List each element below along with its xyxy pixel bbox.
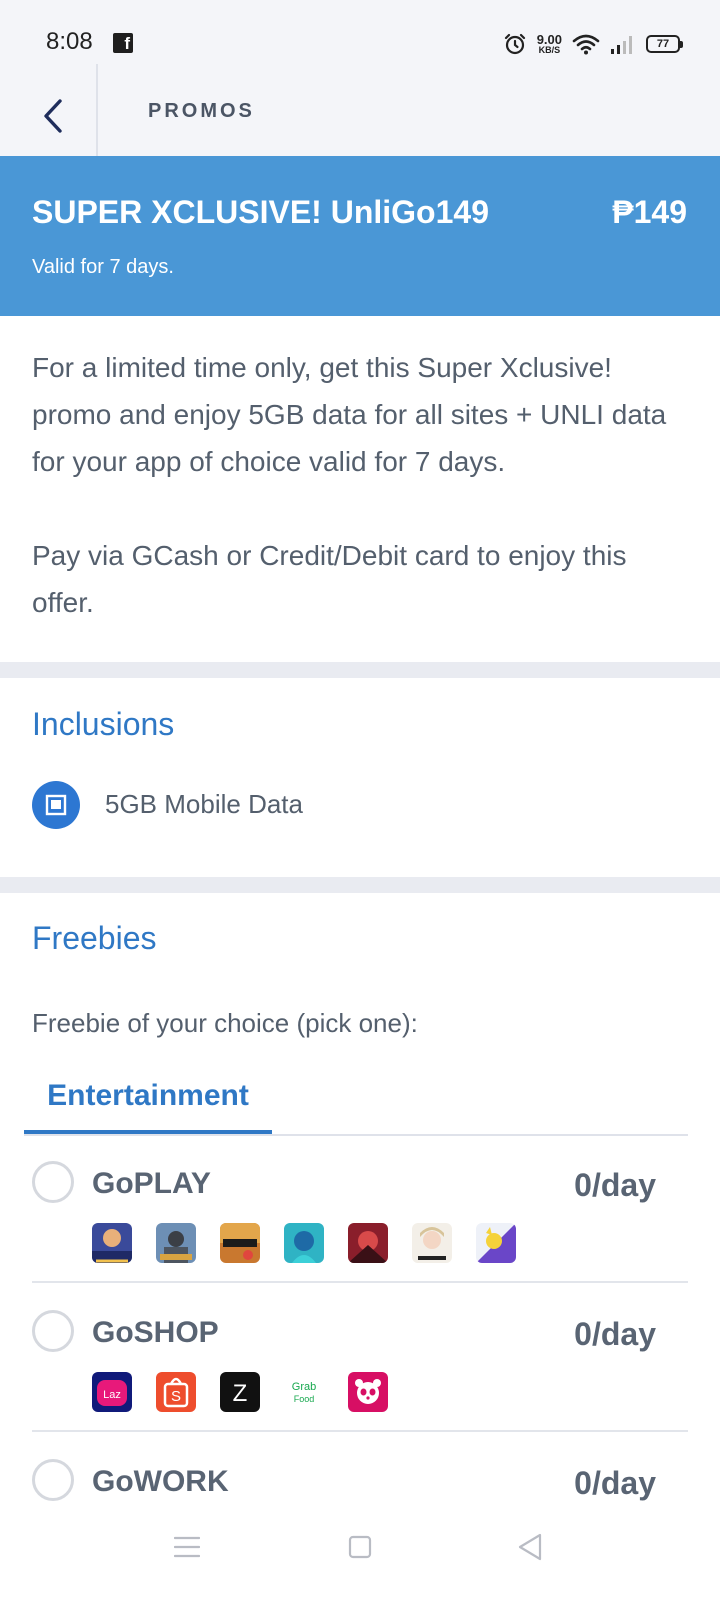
freebies-subtitle: Freebie of your choice (pick one): bbox=[32, 1008, 418, 1038]
tab-entertainment[interactable]: Entertainment bbox=[24, 1058, 272, 1134]
foodpanda-icon bbox=[348, 1372, 388, 1412]
facebook-notification-icon: f bbox=[113, 33, 133, 53]
back-button[interactable] bbox=[28, 86, 78, 146]
option-rate: 0/day bbox=[574, 1167, 656, 1203]
pubg-icon bbox=[156, 1223, 196, 1263]
inclusions-title: Inclusions bbox=[32, 706, 175, 742]
back-arrow-icon bbox=[44, 99, 62, 133]
network-speed-unit: KB/S bbox=[538, 45, 561, 55]
freebies-title: Freebies bbox=[32, 920, 157, 956]
app-icon-list bbox=[92, 1223, 516, 1263]
action-game-icon bbox=[348, 1223, 388, 1263]
status-indicators: 9.00 KB/S 77 bbox=[503, 28, 683, 60]
arena-game-icon bbox=[284, 1223, 324, 1263]
freebie-option-gowork[interactable]: GoWORK 0/day bbox=[32, 1459, 688, 1505]
battery-level: 77 bbox=[656, 38, 670, 50]
inclusion-label: 5GB Mobile Data bbox=[105, 789, 303, 819]
freebie-option-goshop[interactable]: GoSHOP 0/day Laz S Z Grab Food bbox=[32, 1310, 688, 1420]
radio-button[interactable] bbox=[32, 1459, 74, 1501]
menu-button[interactable] bbox=[167, 1527, 207, 1567]
grabfood-icon: Grab Food bbox=[284, 1372, 324, 1412]
description-paragraph: For a limited time only, get this Super … bbox=[32, 352, 667, 477]
battery-icon: 77 bbox=[646, 35, 683, 53]
promo-validity: Valid for 7 days. bbox=[32, 256, 174, 278]
tab-label: Entertainment bbox=[47, 1079, 249, 1112]
option-name: GoPLAY bbox=[92, 1167, 211, 1200]
section-divider bbox=[0, 877, 720, 893]
zalora-text: Z bbox=[233, 1380, 248, 1407]
radio-button[interactable] bbox=[32, 1161, 74, 1203]
grab-text: Grab bbox=[292, 1381, 316, 1393]
option-name: GoWORK bbox=[92, 1465, 229, 1498]
status-bar: 8:08 f 9.00 KB/S 77 bbox=[0, 0, 720, 80]
alarm-icon bbox=[504, 33, 525, 55]
page-title: PROMOS bbox=[148, 100, 255, 122]
pokemon-game-icon bbox=[476, 1223, 516, 1263]
food-text: Food bbox=[294, 1394, 315, 1404]
option-rate: 0/day bbox=[574, 1465, 656, 1501]
home-button[interactable] bbox=[340, 1527, 380, 1567]
anime-game-icon bbox=[412, 1223, 452, 1263]
shopee-text: S bbox=[171, 1388, 181, 1405]
system-nav-bar bbox=[0, 1505, 720, 1600]
section-divider bbox=[0, 662, 720, 678]
network-speed: 9.00 KB/S bbox=[537, 33, 562, 55]
triangle-back-icon bbox=[518, 1533, 542, 1561]
mobile-data-icon bbox=[32, 781, 80, 829]
wifi-icon bbox=[572, 34, 600, 55]
home-icon bbox=[348, 1535, 372, 1559]
option-name: GoSHOP bbox=[92, 1316, 219, 1349]
option-divider bbox=[32, 1281, 688, 1283]
menu-icon bbox=[174, 1536, 200, 1558]
status-time: 8:08 bbox=[46, 28, 93, 55]
promo-banner: SUPER XCLUSIVE! UnliGo149 ₱149 Valid for… bbox=[0, 156, 720, 316]
promo-description: For a limited time only, get this Super … bbox=[32, 344, 692, 626]
tab-baseline bbox=[24, 1134, 688, 1136]
description-paragraph: Pay via GCash or Credit/Debit card to en… bbox=[32, 540, 627, 618]
mobile-legends-icon bbox=[92, 1223, 132, 1263]
call-of-duty-icon bbox=[220, 1223, 260, 1263]
promo-price: ₱149 bbox=[612, 194, 687, 230]
back-nav-button[interactable] bbox=[510, 1527, 550, 1567]
zalora-icon: Z bbox=[220, 1372, 260, 1412]
signal-icon bbox=[611, 36, 632, 54]
lazada-text: Laz bbox=[103, 1389, 121, 1401]
option-rate: 0/day bbox=[574, 1316, 656, 1352]
option-divider bbox=[32, 1430, 688, 1432]
header-divider bbox=[96, 64, 98, 156]
lazada-icon: Laz bbox=[92, 1372, 132, 1412]
radio-button[interactable] bbox=[32, 1310, 74, 1352]
freebie-option-goplay[interactable]: GoPLAY 0/day bbox=[32, 1161, 688, 1271]
app-icon-list: Laz S Z Grab Food bbox=[92, 1372, 388, 1412]
promo-name: SUPER XCLUSIVE! UnliGo149 bbox=[32, 194, 489, 230]
shopee-icon: S bbox=[156, 1372, 196, 1412]
app-header: PROMOS bbox=[0, 64, 720, 156]
